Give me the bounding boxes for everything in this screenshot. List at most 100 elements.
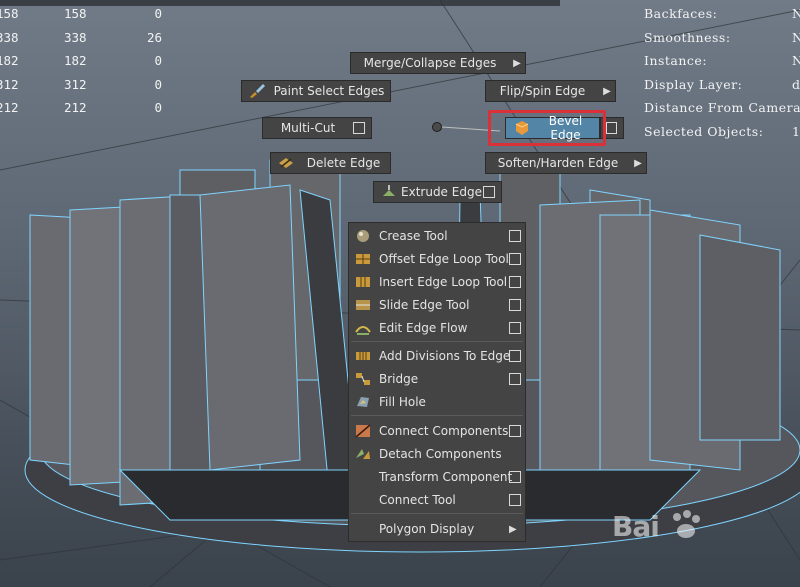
submenu-arrow-icon: ▶ <box>603 85 611 97</box>
paint-brush-icon <box>250 84 265 98</box>
hud-value: 0 <box>154 77 162 92</box>
hud-distance-from-camera: Distance From Camera: <box>644 100 800 115</box>
option-box-icon[interactable] <box>509 425 521 437</box>
menu-item-label: Transform Component <box>379 470 513 484</box>
mm-paint-select-edges[interactable]: Paint Select Edges <box>241 80 391 102</box>
menu-item-label: Bridge <box>379 372 419 386</box>
hud-backfaces: Backfaces: N <box>644 6 800 21</box>
annotation-highlight-frame <box>488 110 606 146</box>
mm-delete-edge[interactable]: Delete Edge <box>270 152 391 174</box>
menu-item-detach-components[interactable]: Detach Components <box>349 443 525 465</box>
menu-item-fill-hole[interactable]: Fill Hole <box>349 391 525 413</box>
hud-row-faces: 182 182 0 <box>0 53 175 73</box>
option-box-icon[interactable] <box>509 494 521 506</box>
hud-selected-objects: Selected Objects: 1 <box>644 124 800 139</box>
hud-value: 0 <box>154 6 162 21</box>
mm-merge-collapse-edges[interactable]: Merge/Collapse Edges ▶ <box>350 52 526 74</box>
crease-icon <box>357 230 369 242</box>
watermark-text: Bai <box>612 510 660 543</box>
menu-item-label: Fill Hole <box>379 395 426 409</box>
menu-item-connect-tool[interactable]: Connect Tool <box>349 489 525 511</box>
watermark-logo: Bai <box>612 510 732 550</box>
detach-components-icon <box>356 449 370 459</box>
edit-edge-flow-icon <box>355 326 371 335</box>
menu-item-edit-edge-flow[interactable]: Edit Edge Flow <box>349 317 525 339</box>
menu-item-label: Detach Components <box>379 447 502 461</box>
mm-soften-harden-edge[interactable]: Soften/Harden Edge ▶ <box>485 152 647 174</box>
menu-separator <box>351 513 523 514</box>
option-box-icon[interactable] <box>353 122 365 134</box>
option-box-icon[interactable] <box>483 186 495 198</box>
option-box-icon[interactable] <box>509 322 521 334</box>
menu-item-label: Connect Tool <box>379 493 456 507</box>
mm-extrude-edge[interactable]: Extrude Edge <box>373 181 502 203</box>
connect-components-icon <box>355 424 371 438</box>
hud-instance: Instance: N <box>644 53 800 68</box>
option-box-icon[interactable] <box>509 253 521 265</box>
option-box-icon[interactable] <box>509 471 521 483</box>
hud-row-uvs: 212 212 0 <box>0 100 175 120</box>
mm-label: Multi-Cut <box>280 121 336 135</box>
hud-value: 182 <box>0 53 19 68</box>
hud-value: 338 <box>0 30 19 45</box>
menu-item-add-divisions-to-edge[interactable]: Add Divisions To Edge <box>349 345 525 367</box>
option-box-icon[interactable] <box>509 276 521 288</box>
mm-label: Extrude Edge <box>401 185 482 199</box>
submenu-arrow-icon: ▶ <box>634 157 642 169</box>
menu-item-label: Insert Edge Loop Tool <box>379 275 508 289</box>
menu-item-connect-components[interactable]: Connect Components <box>349 420 525 442</box>
mm-label: Paint Select Edges <box>273 84 385 98</box>
hud-smoothness: Smoothness: N <box>644 30 800 45</box>
hud-row-verts: 158 158 0 <box>0 6 175 26</box>
menu-item-label: Edit Edge Flow <box>379 321 468 335</box>
menu-item-label: Polygon Display <box>379 522 475 536</box>
menu-item-label: Connect Components <box>379 424 509 438</box>
menu-item-label: Crease Tool <box>379 229 448 243</box>
option-box-icon[interactable] <box>509 350 521 362</box>
hud-row-edges: 338 338 26 <box>0 30 175 50</box>
insert-edge-loop-icon <box>356 277 370 287</box>
menu-item-transform-component[interactable]: Transform Component <box>349 466 525 488</box>
menu-item-bridge[interactable]: Bridge <box>349 368 525 390</box>
mm-multi-cut[interactable]: Multi-Cut <box>262 117 372 139</box>
menu-item-insert-edge-loop-tool[interactable]: Insert Edge Loop Tool <box>349 271 525 293</box>
option-box-icon[interactable] <box>509 230 521 242</box>
hud-value: 212 <box>0 100 19 115</box>
offset-edge-loop-icon <box>356 254 370 264</box>
hud-value: 158 <box>64 6 87 21</box>
delete-edge-icon <box>279 158 293 168</box>
submenu-arrow-icon: ▶ <box>513 57 521 69</box>
hud-value: 338 <box>64 30 87 45</box>
marking-menu-center-icon <box>432 122 442 132</box>
hud-value: 158 <box>0 6 19 21</box>
hud-value: 0 <box>154 100 162 115</box>
menu-item-slide-edge-tool[interactable]: Slide Edge Tool <box>349 294 525 316</box>
menu-item-label: Slide Edge Tool <box>379 298 470 312</box>
option-box-icon[interactable] <box>509 373 521 385</box>
bridge-icon <box>356 373 370 385</box>
hud-value: 0 <box>154 53 162 68</box>
hud-row-tris: 312 312 0 <box>0 77 175 97</box>
mm-label: Delete Edge <box>306 156 381 170</box>
hud-display-layer: Display Layer: d <box>644 77 800 92</box>
mm-label: Flip/Spin Edge <box>499 84 586 98</box>
paw-print-icon <box>672 510 700 538</box>
mm-label: Merge/Collapse Edges <box>363 56 497 70</box>
hud-value: 212 <box>64 100 87 115</box>
extrude-edge-icon <box>383 185 395 196</box>
hud-value: 182 <box>64 53 87 68</box>
menu-item-offset-edge-loop-tool[interactable]: Offset Edge Loop Tool <box>349 248 525 270</box>
maya-viewport[interactable]: 158 158 0 338 338 26 182 182 0 312 312 0… <box>0 0 800 587</box>
submenu-arrow-icon: ▶ <box>509 523 517 535</box>
hud-value: 312 <box>64 77 87 92</box>
option-box-icon[interactable] <box>509 299 521 311</box>
hud-value: 26 <box>146 30 162 45</box>
menu-item-label: Add Divisions To Edge <box>379 349 511 363</box>
mm-flip-spin-edge[interactable]: Flip/Spin Edge ▶ <box>485 80 616 102</box>
menu-item-polygon-display[interactable]: Polygon Display ▶ <box>349 518 525 540</box>
slide-edge-icon <box>356 300 370 310</box>
mm-label: Soften/Harden Edge <box>497 156 619 170</box>
edge-tools-dropdown-menu: Crease Tool Offset Edge Loop Tool Insert… <box>348 222 526 542</box>
menu-item-crease-tool[interactable]: Crease Tool <box>349 225 525 247</box>
option-box-icon[interactable] <box>606 122 617 134</box>
